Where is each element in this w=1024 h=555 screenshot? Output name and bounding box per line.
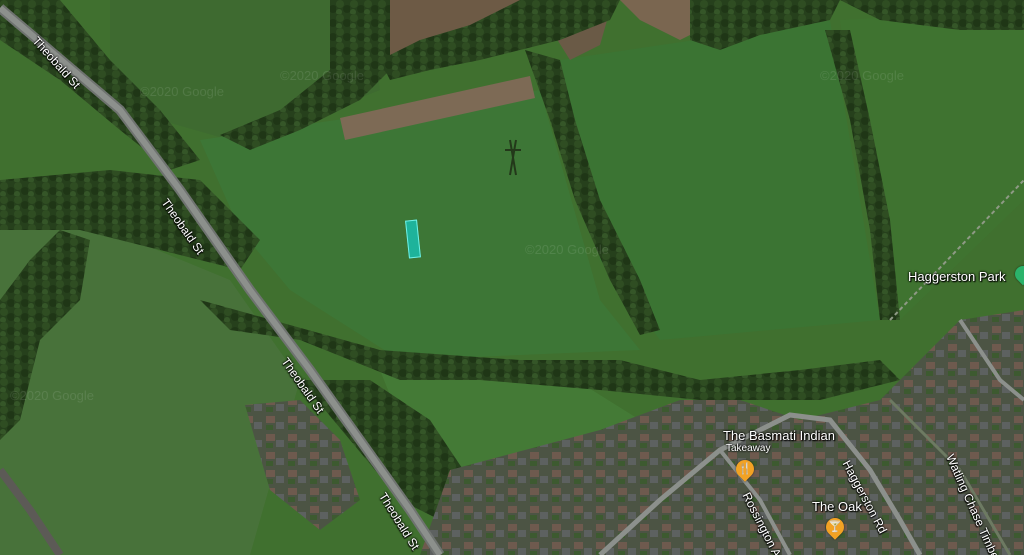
copyright-watermark: ©2020 Google xyxy=(820,68,905,83)
place-label-basmati-indian[interactable]: The Basmati Indian xyxy=(723,428,835,443)
copyright-watermark: ©2020 Google xyxy=(140,84,225,99)
copyright-watermark: ©2020 Google xyxy=(10,388,95,403)
copyright-watermark: ©2020 Google xyxy=(280,68,365,83)
place-category-takeaway: Takeaway xyxy=(726,443,771,454)
copyright-watermark: ©2020 Google xyxy=(525,242,610,257)
satellite-map[interactable]: ©2020 Google ©2020 Google ©2020 Google ©… xyxy=(0,0,1024,555)
bar-pin-icon[interactable]: 🍸 xyxy=(822,514,848,540)
place-label-haggerston-park[interactable]: Haggerston Park xyxy=(908,269,1006,284)
place-label-the-oak[interactable]: The Oak xyxy=(812,499,862,514)
restaurant-pin-icon[interactable]: 🍴 xyxy=(732,456,758,482)
